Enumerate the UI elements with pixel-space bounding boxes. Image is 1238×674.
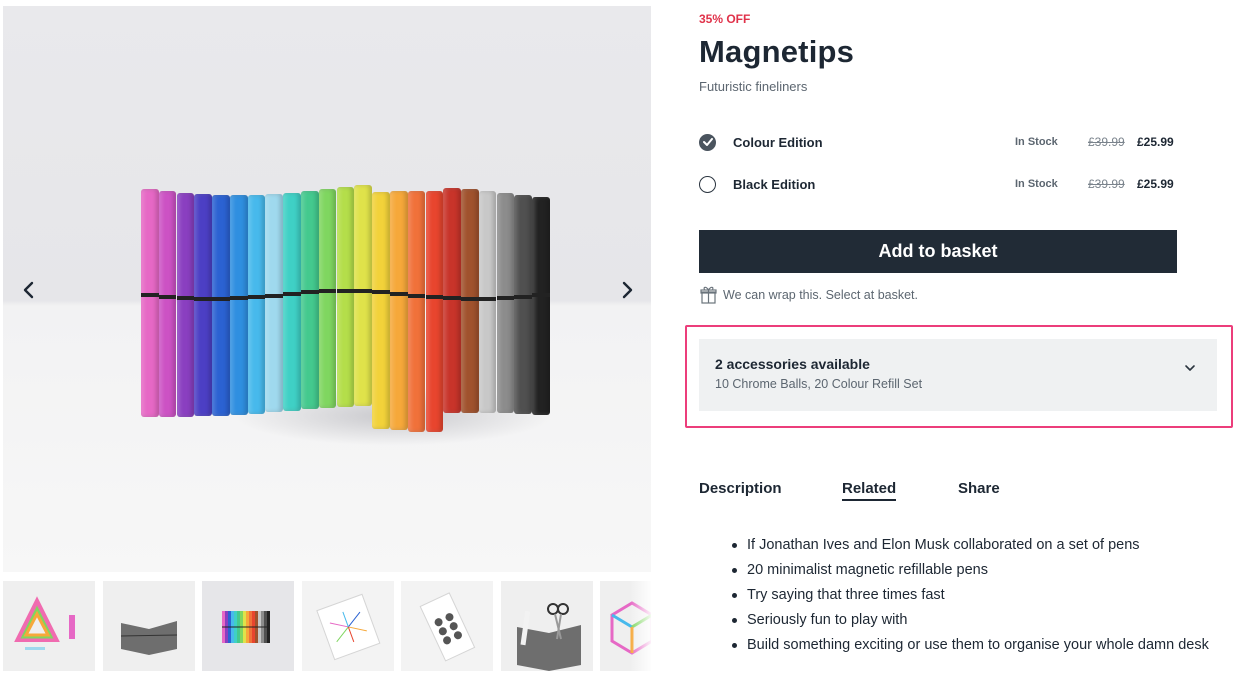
colour-refill-image (302, 581, 394, 671)
pen-band (158, 294, 177, 299)
variant-colour-edition[interactable]: Colour Edition In Stock £39.99 £25.99 (699, 131, 1177, 153)
pen-band (372, 290, 390, 295)
pen (443, 188, 461, 413)
pen-band (425, 295, 444, 300)
original-price: £39.99 (1088, 135, 1125, 149)
pen (478, 191, 497, 413)
pen-band (496, 296, 515, 301)
thumbnail-grey-pens[interactable] (103, 581, 195, 671)
pen (514, 195, 532, 414)
chevron-left-icon (23, 281, 34, 299)
variant-name: Black Edition (733, 176, 816, 192)
list-item: Build something exciting or use them to … (732, 636, 1209, 661)
sale-price: £25.99 (1137, 177, 1174, 191)
pen (265, 194, 284, 412)
stock-status: In Stock (1015, 136, 1058, 148)
pen (194, 194, 212, 416)
pen (229, 195, 248, 415)
chrome-balls-image (401, 581, 493, 671)
pen (141, 189, 159, 417)
pen (301, 191, 319, 409)
pen-band (301, 290, 319, 295)
pen (425, 191, 444, 432)
thumbnail-triangle[interactable] (3, 581, 95, 671)
thumbnail-strip (3, 581, 651, 674)
tab-share[interactable]: Share (958, 480, 1000, 497)
list-item: Seriously fun to play with (732, 611, 1209, 636)
variant-black-edition[interactable]: Black Edition In Stock £39.99 £25.99 (699, 173, 1177, 195)
pen-band (514, 294, 532, 299)
accessories-title: 2 accessories available (715, 356, 870, 372)
triangle-sculpture-image (3, 581, 95, 671)
pen-band (212, 296, 230, 301)
product-title: Magnetips (699, 34, 855, 69)
pen (496, 193, 515, 413)
tab-description[interactable]: Description (699, 480, 782, 497)
pen-band (283, 291, 301, 296)
thumbnail-colour-refill[interactable] (302, 581, 394, 671)
thumbnail-chrome-balls[interactable] (401, 581, 493, 671)
radio-checked-icon[interactable] (699, 133, 716, 151)
pen (212, 195, 230, 416)
pen-band (176, 296, 195, 301)
pen (176, 193, 195, 417)
gift-wrap-note: We can wrap this. Select at basket. (700, 285, 918, 304)
feature-list: If Jonathan Ives and Elon Musk collabora… (732, 536, 1209, 661)
pen (372, 192, 390, 429)
checkmark-icon (702, 138, 713, 146)
pen-band (336, 289, 355, 293)
pen (336, 187, 355, 407)
stock-status: In Stock (1015, 178, 1058, 190)
pen-band (354, 289, 372, 294)
pen (354, 185, 372, 406)
original-price: £39.99 (1088, 177, 1125, 191)
pen (283, 193, 301, 411)
add-to-basket-button[interactable]: Add to basket (699, 230, 1177, 273)
gallery-prev-button[interactable] (15, 276, 43, 304)
list-item: 20 minimalist magnetic refillable pens (732, 561, 1209, 586)
sale-price: £25.99 (1137, 135, 1174, 149)
gallery-next-button[interactable] (613, 276, 641, 304)
chevron-right-icon (622, 281, 633, 299)
pen (318, 189, 337, 408)
pen (461, 189, 479, 413)
pen-band (229, 296, 248, 301)
pen-band (461, 296, 479, 301)
pen-band (194, 296, 212, 301)
pen-band (443, 296, 461, 301)
thumbnail-fade (630, 581, 651, 674)
product-image-pens (141, 181, 550, 441)
pen (532, 197, 550, 415)
grey-pens-image (103, 581, 195, 671)
pen (389, 191, 408, 430)
discount-badge: 35% OFF (699, 12, 751, 26)
gift-wrap-text: We can wrap this. Select at basket. (723, 287, 919, 302)
list-item: If Jonathan Ives and Elon Musk collabora… (732, 536, 1209, 561)
chevron-down-icon (1185, 365, 1195, 371)
pen-band (265, 293, 284, 298)
tab-related[interactable]: Related (842, 480, 897, 501)
product-subtitle: Futuristic fineliners (699, 79, 808, 94)
thumbnail-scissors[interactable] (501, 581, 593, 671)
pen-band (389, 291, 408, 296)
pen-band (141, 293, 159, 297)
variant-name: Colour Edition (733, 134, 823, 150)
accessories-dropdown[interactable]: 2 accessories available 10 Chrome Balls,… (699, 339, 1217, 411)
pen (407, 191, 426, 432)
list-item: Try saying that three times fast (732, 586, 1209, 611)
accessories-subtitle: 10 Chrome Balls, 20 Colour Refill Set (715, 377, 923, 391)
radio-unchecked-icon[interactable] (699, 175, 716, 193)
pen-band (247, 295, 266, 300)
pen-band (478, 296, 497, 301)
scissors-image (501, 581, 593, 671)
pen (158, 191, 177, 417)
product-image-gallery (3, 6, 651, 572)
gift-icon (700, 286, 717, 304)
pen-band (532, 293, 550, 297)
rainbow-pens-image (202, 581, 294, 671)
pen (247, 195, 266, 414)
pen-band (407, 293, 426, 298)
pen-band (318, 289, 337, 294)
thumbnail-rainbow-pens[interactable] (202, 581, 294, 671)
